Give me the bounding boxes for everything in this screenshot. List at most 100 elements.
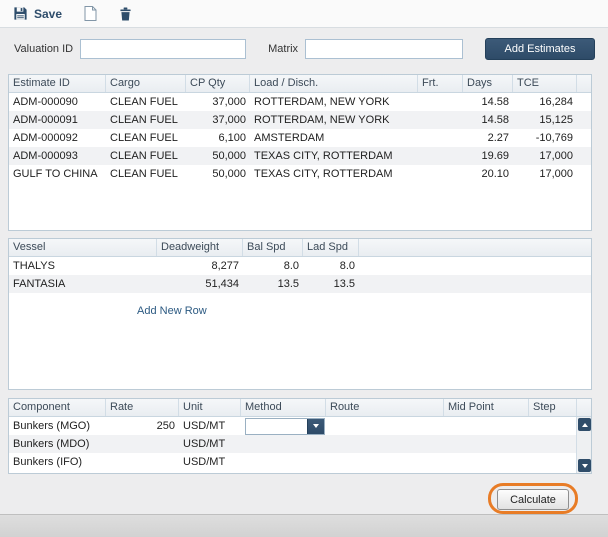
cell-tce: 15,125 [513,114,577,126]
estimate-row[interactable]: GULF TO CHINA CLEAN FUEL 50,000 TEXAS CI… [9,165,591,183]
cell-unit: USD/MT [179,456,241,468]
estimate-row[interactable]: ADM-000091 CLEAN FUEL 37,000 ROTTERDAM, … [9,111,591,129]
column-header-component[interactable]: Component [9,399,106,416]
components-grid: Component Rate Unit Method Route Mid Poi… [8,398,592,474]
cell-load-disch: ROTTERDAM, NEW YORK [250,114,418,126]
cell-estimate-id: ADM-000091 [9,114,106,126]
cell-days: 14.58 [463,96,513,108]
estimate-row[interactable]: ADM-000093 CLEAN FUEL 50,000 TEXAS CITY,… [9,147,591,165]
column-header-step[interactable]: Step [529,399,577,416]
cell-bal-spd: 8.0 [243,260,303,272]
arrow-down-icon[interactable] [578,459,591,472]
column-header-unit[interactable]: Unit [179,399,241,416]
calculate-button[interactable]: Calculate [497,489,569,510]
cell-load-disch: ROTTERDAM, NEW YORK [250,96,418,108]
copy-document-button[interactable] [84,6,97,21]
cell-component: Bunkers (MGO) [9,420,106,432]
column-header-mid-point[interactable]: Mid Point [444,399,529,416]
cell-lad-spd: 13.5 [303,278,359,290]
cell-load-disch: TEXAS CITY, ROTTERDAM [250,150,418,162]
estimate-row[interactable]: ADM-000092 CLEAN FUEL 6,100 AMSTERDAM 2.… [9,129,591,147]
cell-component: Bunkers (IFO) [9,456,106,468]
column-header-cp-qty[interactable]: CP Qty [186,75,250,92]
save-label: Save [34,7,62,21]
header-filler [359,239,591,256]
save-button[interactable]: Save [13,6,62,21]
cell-unit: USD/MT [179,420,241,432]
cell-vessel: FANTASIA [9,278,157,290]
column-header-load-disch[interactable]: Load / Disch. [250,75,418,92]
column-header-vessel[interactable]: Vessel [9,239,157,256]
column-header-lad-spd[interactable]: Lad Spd [303,239,359,256]
cell-load-disch: TEXAS CITY, ROTTERDAM [250,168,418,180]
cell-cp-qty: 50,000 [186,168,250,180]
cell-deadweight: 51,434 [157,278,243,290]
cell-days: 19.69 [463,150,513,162]
toolbar: Save [0,0,608,28]
add-new-row-link[interactable]: Add New Row [137,305,207,317]
vessels-grid-header: Vessel Deadweight Bal Spd Lad Spd [9,239,591,257]
column-header-bal-spd[interactable]: Bal Spd [243,239,303,256]
status-bar [0,514,608,537]
estimates-grid: Estimate ID Cargo CP Qty Load / Disch. F… [8,74,592,231]
cell-tce: 17,000 [513,168,577,180]
cell-cargo: CLEAN FUEL [106,114,186,126]
column-header-cargo[interactable]: Cargo [106,75,186,92]
cell-tce: 17,000 [513,150,577,162]
arrow-up-icon[interactable] [578,418,591,431]
add-estimates-button[interactable]: Add Estimates [485,38,595,60]
cell-cp-qty: 37,000 [186,114,250,126]
method-dropdown-value [246,419,307,434]
estimate-row[interactable]: ADM-000090 CLEAN FUEL 37,000 ROTTERDAM, … [9,93,591,111]
cell-deadweight: 8,277 [157,260,243,272]
column-header-estimate-id[interactable]: Estimate ID [9,75,106,92]
cell-days: 14.58 [463,114,513,126]
cell-cargo: CLEAN FUEL [106,132,186,144]
cell-days: 2.27 [463,132,513,144]
cell-tce: -10,769 [513,132,577,144]
component-row[interactable]: Bunkers (IFO) USD/MT [9,453,591,471]
cell-cargo: CLEAN FUEL [106,168,186,180]
component-row[interactable]: Bunkers (MDO) USD/MT [9,435,591,453]
components-grid-header: Component Rate Unit Method Route Mid Poi… [9,399,591,417]
footer-actions: Calculate [0,482,608,514]
column-header-deadweight[interactable]: Deadweight [157,239,243,256]
header-filler [577,399,591,416]
cell-cp-qty: 37,000 [186,96,250,108]
cell-tce: 16,284 [513,96,577,108]
valuation-id-input[interactable] [80,39,246,59]
vessel-row[interactable]: THALYS 8,277 8.0 8.0 [9,257,591,275]
column-header-frt[interactable]: Frt. [418,75,463,92]
cell-load-disch: AMSTERDAM [250,132,418,144]
method-dropdown[interactable] [245,418,325,435]
header-form: Valuation ID Matrix Add Estimates [0,38,608,60]
cell-days: 20.10 [463,168,513,180]
cell-cargo: CLEAN FUEL [106,96,186,108]
cell-estimate-id: ADM-000090 [9,96,106,108]
trash-icon [119,7,132,21]
matrix-valuation-window: Save Valuation ID Matri [0,0,608,537]
chevron-down-icon[interactable] [307,419,324,434]
matrix-input[interactable] [305,39,463,59]
cell-rate: 250 [106,420,179,432]
cell-cp-qty: 50,000 [186,150,250,162]
cell-estimate-id: ADM-000093 [9,150,106,162]
column-header-days[interactable]: Days [463,75,513,92]
cell-vessel: THALYS [9,260,157,272]
column-header-rate[interactable]: Rate [106,399,179,416]
header-filler [577,75,591,92]
component-row[interactable]: Bunkers (MGO) 250 USD/MT [9,417,591,435]
cell-lad-spd: 8.0 [303,260,359,272]
vessels-grid: Vessel Deadweight Bal Spd Lad Spd THALYS… [8,238,592,390]
cell-estimate-id: GULF TO CHINA [9,168,106,180]
column-header-method[interactable]: Method [241,399,326,416]
cell-estimate-id: ADM-000092 [9,132,106,144]
vessel-row[interactable]: FANTASIA 51,434 13.5 13.5 [9,275,591,293]
delete-button[interactable] [119,7,132,21]
column-header-tce[interactable]: TCE [513,75,577,92]
vertical-scrollbar[interactable] [576,417,591,473]
floppy-disk-icon [13,6,28,21]
document-icon [84,6,97,21]
column-header-route[interactable]: Route [326,399,444,416]
cell-cp-qty: 6,100 [186,132,250,144]
